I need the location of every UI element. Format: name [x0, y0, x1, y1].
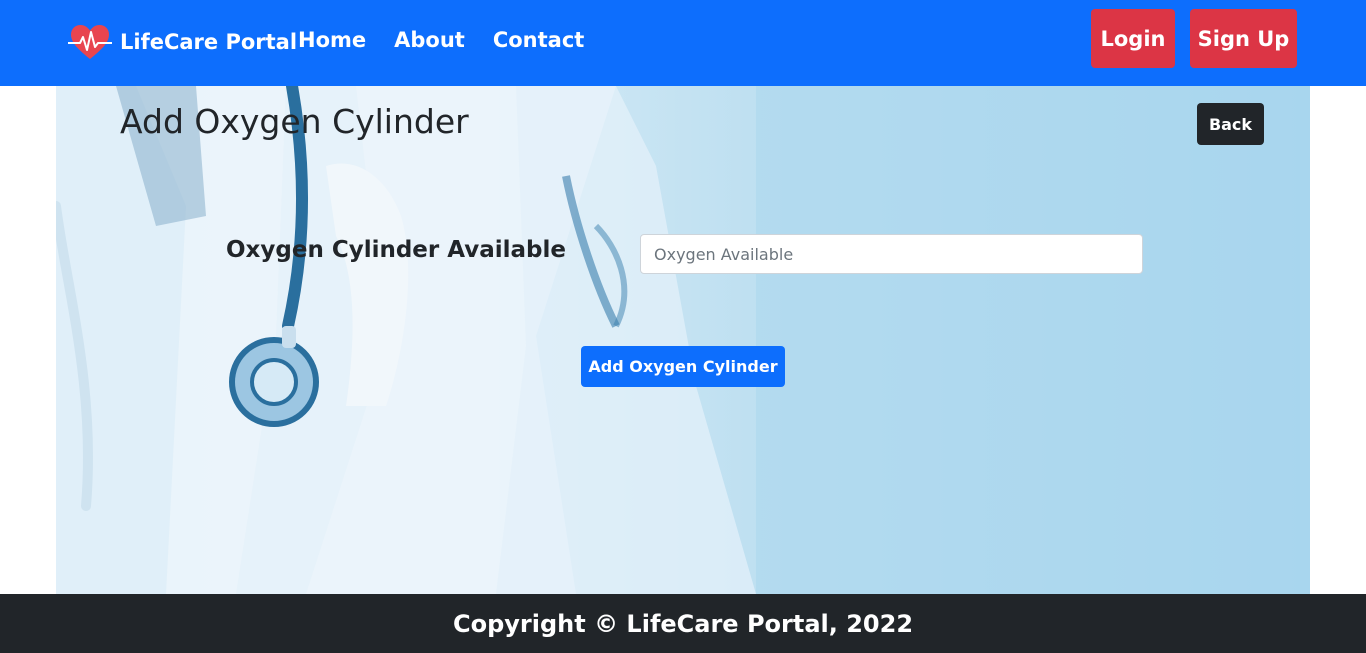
add-oxygen-cylinder-button[interactable]: Add Oxygen Cylinder [581, 346, 785, 387]
navbar: LifeCare Portal Home About Contact Login… [0, 0, 1366, 86]
signup-button[interactable]: Sign Up [1190, 9, 1297, 68]
brand-name: LifeCare Portal [120, 30, 298, 54]
brand-link[interactable]: LifeCare Portal [68, 20, 297, 64]
back-button[interactable]: Back [1197, 103, 1264, 145]
doctor-background-image [56, 86, 1310, 594]
nav-link-contact[interactable]: Contact [493, 25, 585, 55]
oxygen-field-label: Oxygen Cylinder Available [226, 237, 566, 263]
hero-section: Add Oxygen Cylinder Back Oxygen Cylinder… [56, 86, 1310, 594]
copyright-text: Copyright © LifeCare Portal, 2022 [452, 609, 914, 638]
login-button[interactable]: Login [1091, 9, 1175, 68]
oxygen-available-input[interactable] [640, 234, 1143, 274]
page-title: Add Oxygen Cylinder [120, 102, 469, 141]
heartbeat-icon [68, 25, 112, 59]
nav-link-home[interactable]: Home [298, 25, 366, 55]
nav-links: Home About Contact [298, 25, 612, 55]
nav-link-about[interactable]: About [394, 25, 465, 55]
footer: Copyright © LifeCare Portal, 2022 [0, 594, 1366, 653]
